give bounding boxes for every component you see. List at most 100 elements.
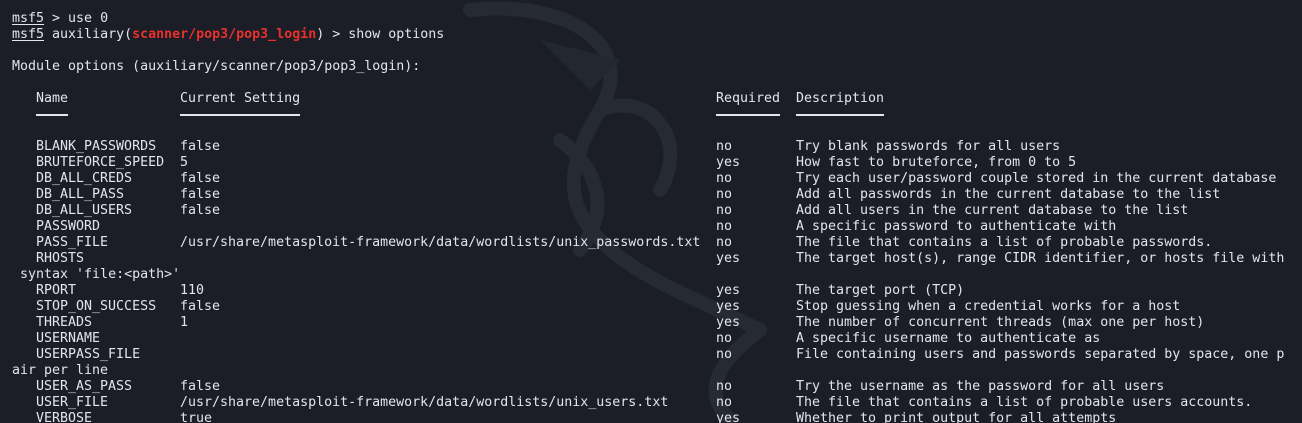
option-required: no — [716, 171, 733, 186]
option-description: The file that contains a list of probabl… — [796, 395, 1253, 410]
option-name: USER_FILE — [36, 395, 109, 410]
option-name: RPORT — [36, 283, 77, 298]
option-required: no — [716, 219, 733, 234]
table-row: USER_FILE/usr/share/metasploit-framework… — [12, 395, 1302, 411]
prompt-line-2: msf5 auxiliary(scanner/pop3/pop3_login) … — [12, 27, 1302, 43]
option-description: Whether to print output for all attempts — [796, 411, 1117, 423]
option-setting: /usr/share/metasploit-framework/data/wor… — [180, 395, 669, 410]
module-path: scanner/pop3/pop3_login — [132, 27, 317, 42]
option-name: DB_ALL_CREDS — [36, 171, 133, 186]
prompt-name: msf5 — [12, 11, 45, 26]
table-row: RHOSTS yes The target host(s), range CIDR … — [12, 251, 1302, 267]
option-setting: true — [180, 411, 213, 423]
table-row: RPORT 110 yes The target port (TCP) — [12, 283, 1302, 299]
table-row: USERNAME no A specific username to authent… — [12, 331, 1302, 347]
option-required: yes — [716, 315, 741, 330]
option-name: RHOSTS — [36, 251, 85, 266]
option-description: The number of concurrent threads (max on… — [796, 315, 1205, 330]
option-description: The target port (TCP) — [796, 283, 965, 298]
table-row: USER_AS_PASS false no Try the username as t… — [12, 379, 1302, 395]
option-name: PASSWORD — [36, 219, 101, 234]
terminal-window[interactable]: msf5 > use 0 msf5 auxiliary(scanner/pop3… — [0, 0, 1302, 423]
table-row: PASSWORD no A specific password to authent… — [12, 219, 1302, 235]
option-name: BRUTEFORCE_SPEED — [36, 155, 165, 170]
header-current-setting: Current Setting — [180, 91, 301, 106]
command-text: ) > show options — [316, 27, 445, 42]
table-row: VERBOSE true yes Whether to print output fo… — [12, 411, 1302, 423]
option-required: no — [716, 331, 733, 346]
prompt-prefix: auxiliary( — [44, 27, 133, 42]
table-row: THREADS 1 yes The number of concurrent thre… — [12, 315, 1302, 331]
header-name: Name — [36, 91, 69, 106]
option-setting: 5 — [180, 155, 189, 170]
option-description: A specific username to authenticate as — [796, 331, 1101, 346]
option-setting: /usr/share/metasploit-framework/data/wor… — [180, 235, 701, 250]
header-underline-row — [12, 107, 1302, 123]
table-row: BRUTEFORCE_SPEED 5 yes How fast to brutefor… — [12, 155, 1302, 171]
option-name: VERBOSE — [36, 411, 93, 423]
option-description: The target host(s), range CIDR identifie… — [796, 251, 1285, 266]
option-name: USER_AS_PASS — [36, 379, 133, 394]
table-row: PASS_FILE/usr/share/metasploit-framework… — [12, 235, 1302, 251]
option-description: A specific password to authenticate with — [796, 219, 1117, 234]
header-required-underline — [716, 114, 780, 116]
option-setting: false — [180, 187, 221, 202]
option-setting: false — [180, 139, 221, 154]
option-description: Try each user/password couple stored in … — [796, 171, 1277, 186]
option-description: Try the username as the password for all… — [796, 379, 1165, 394]
option-required: no — [716, 235, 733, 250]
option-required: no — [716, 379, 733, 394]
option-setting: false — [180, 203, 221, 218]
option-required: yes — [716, 283, 741, 298]
table-row: USERPASS_FILE no File containing users and… — [12, 347, 1302, 363]
option-description: File containing users and passwords sepa… — [796, 347, 1285, 362]
option-description: Try blank passwords for all users — [796, 139, 1061, 154]
prompt-name: msf5 — [12, 27, 45, 42]
option-name: STOP_ON_SUCCESS — [36, 299, 157, 314]
prompt-line-1: msf5 > use 0 — [12, 11, 1302, 27]
option-required: yes — [716, 251, 741, 266]
option-required: no — [716, 139, 733, 154]
table-header: Name Current Setting Required Descriptio… — [12, 91, 1302, 107]
option-required: no — [716, 347, 733, 362]
option-name: DB_ALL_USERS — [36, 203, 133, 218]
wrapped-text-line: air per line — [12, 363, 109, 378]
option-setting: false — [180, 299, 221, 314]
option-required: no — [716, 395, 733, 410]
option-name: DB_ALL_PASS — [36, 187, 125, 202]
option-description: Add all passwords in the current databas… — [796, 187, 1221, 202]
header-description-underline — [796, 114, 884, 116]
option-name: PASS_FILE — [36, 235, 109, 250]
option-required: yes — [716, 299, 741, 314]
option-name: USERNAME — [36, 331, 101, 346]
option-setting: false — [180, 379, 221, 394]
option-setting: false — [180, 171, 221, 186]
option-setting: 1 — [180, 315, 189, 330]
option-description: Add all users in the current database to… — [796, 203, 1189, 218]
option-name: USERPASS_FILE — [36, 347, 141, 362]
option-description: How fast to bruteforce, from 0 to 5 — [796, 155, 1077, 170]
option-name: BLANK_PASSWORDS — [36, 139, 157, 154]
table-row: STOP_ON_SUCCESS false yes Stop guessing whe… — [12, 299, 1302, 315]
wrapped-text-line: syntax 'file:<path>' — [12, 267, 181, 282]
option-name: THREADS — [36, 315, 93, 330]
option-required: yes — [716, 155, 741, 170]
option-required: no — [716, 187, 733, 202]
option-description: The file that contains a list of probabl… — [796, 235, 1213, 250]
option-required: no — [716, 203, 733, 218]
option-description: Stop guessing when a credential works fo… — [796, 299, 1181, 314]
table-row: DB_ALL_CREDS false no Try each user/passwor… — [12, 171, 1302, 187]
table-row: DB_ALL_PASS false no Add all passwords in t… — [12, 187, 1302, 203]
header-setting-underline — [180, 114, 300, 116]
header-description: Description — [796, 91, 885, 106]
header-name-underline — [36, 114, 68, 116]
header-required: Required — [716, 91, 781, 106]
command-text: > use 0 — [44, 11, 109, 26]
option-required: yes — [716, 411, 741, 423]
option-setting: 110 — [180, 283, 205, 298]
table-row: DB_ALL_USERS false no Add all users in the … — [12, 203, 1302, 219]
table-row: BLANK_PASSWORDS false no Try blank password… — [12, 139, 1302, 155]
